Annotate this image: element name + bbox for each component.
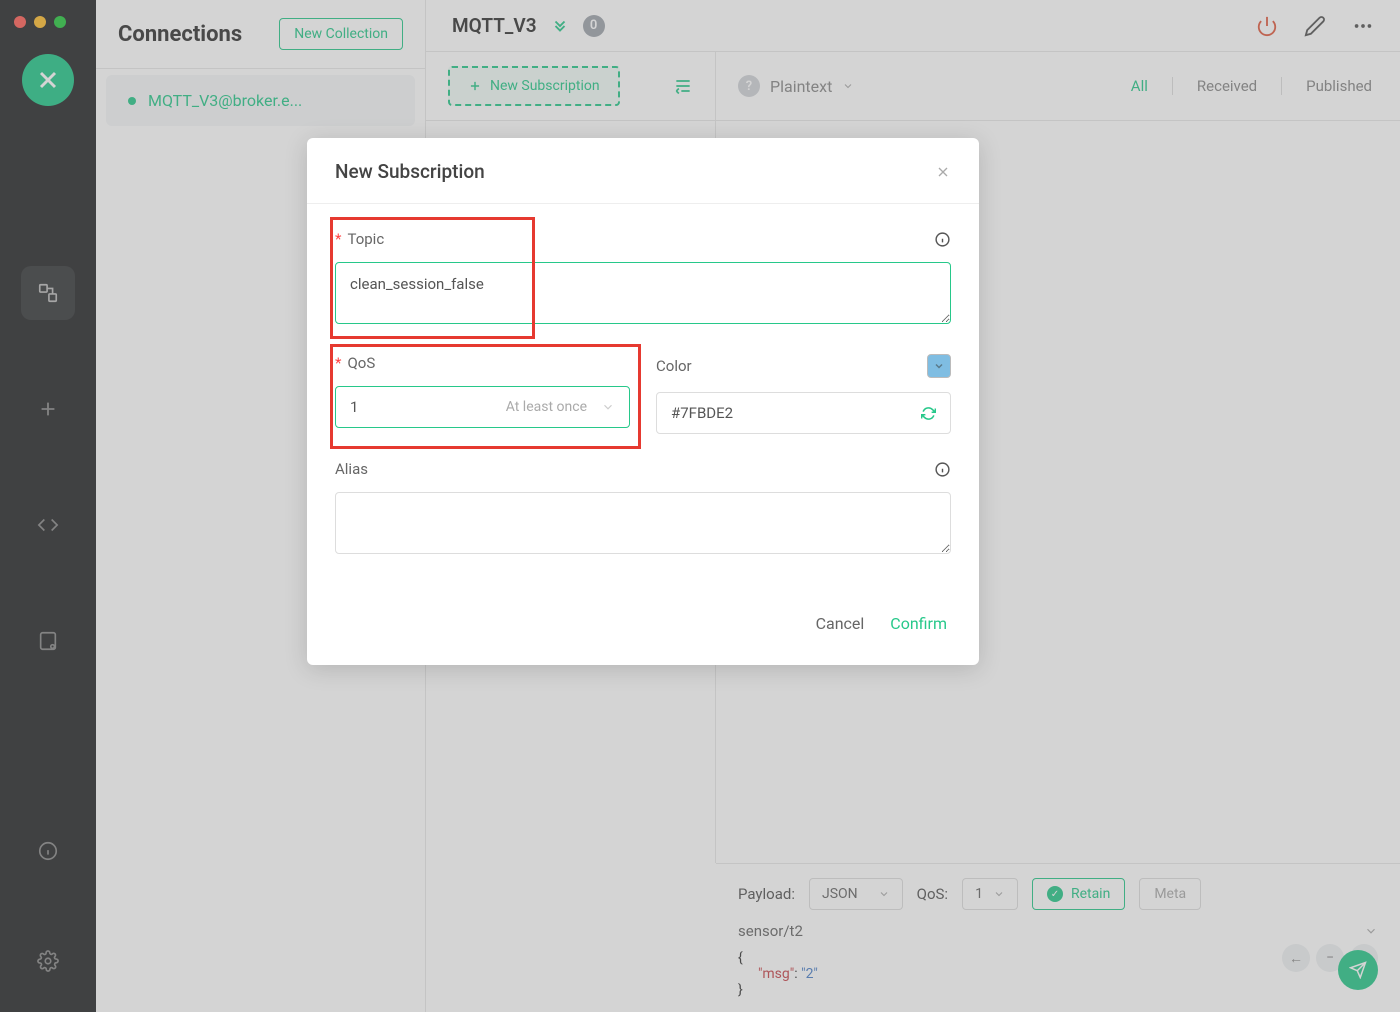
topic-input[interactable] bbox=[335, 262, 951, 324]
info-icon[interactable] bbox=[934, 231, 951, 248]
topic-label: Topic bbox=[347, 230, 384, 248]
color-input[interactable]: #7FBDE2 bbox=[656, 392, 951, 434]
cancel-button[interactable]: Cancel bbox=[816, 614, 865, 633]
modal-title: New Subscription bbox=[335, 160, 485, 183]
required-star: * bbox=[335, 354, 341, 372]
color-label: Color bbox=[656, 357, 692, 375]
qos-select-modal[interactable]: 1 At least once bbox=[335, 386, 630, 428]
info-icon[interactable] bbox=[934, 461, 951, 478]
qos-field-label: QoS bbox=[347, 354, 375, 372]
refresh-icon[interactable] bbox=[921, 406, 936, 421]
close-icon[interactable] bbox=[935, 164, 951, 180]
confirm-button[interactable]: Confirm bbox=[890, 614, 947, 633]
alias-input[interactable] bbox=[335, 492, 951, 554]
new-subscription-modal: New Subscription * Topic bbox=[307, 138, 979, 665]
color-swatch[interactable] bbox=[927, 354, 951, 378]
alias-label: Alias bbox=[335, 460, 368, 478]
required-star: * bbox=[335, 230, 341, 248]
